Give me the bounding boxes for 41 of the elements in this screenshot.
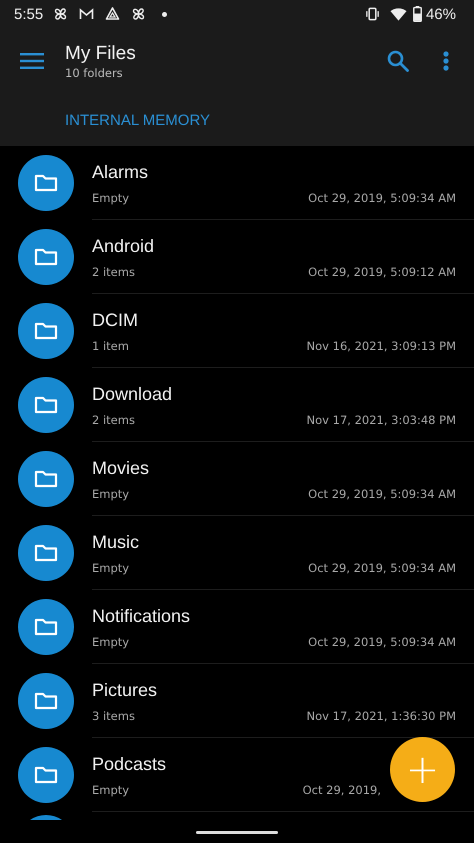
item-count: Empty [92, 486, 130, 500]
item-count: Empty [92, 560, 130, 574]
app-title: My Files [65, 42, 137, 66]
item-count: Empty [92, 190, 130, 204]
item-count: 1 item [92, 338, 129, 352]
section-tab[interactable]: INTERNAL MEMORY [65, 112, 210, 129]
folder-name[interactable]: Podcasts [92, 752, 166, 774]
battery-percent: 46% [426, 6, 456, 22]
modified-date: Oct 29, 2019, 5:09:34 AM [308, 190, 456, 204]
item-count: Empty [92, 782, 130, 796]
folder-name[interactable]: Android [92, 234, 154, 256]
item-count: 2 items [92, 264, 135, 278]
item-count: Empty [92, 634, 130, 648]
notification-dot [162, 12, 168, 16]
modified-date: Nov 17, 2021, 3:03:48 PM [306, 412, 456, 426]
modified-date: Oct 29, 2019, 5:09:34 AM [308, 634, 456, 648]
modified-date: Oct 29, 2019, [302, 782, 381, 796]
folder-name[interactable]: DCIM [92, 308, 138, 330]
triangle-icon [104, 6, 122, 22]
item-count: 3 items [92, 708, 135, 722]
modified-date: Oct 29, 2019, 5:09:34 AM [308, 486, 456, 500]
folder-name[interactable]: Music [92, 530, 140, 552]
menu-icon[interactable] [20, 53, 44, 69]
wifi-icon [390, 6, 407, 22]
modified-date: Nov 16, 2021, 3:09:13 PM [306, 338, 456, 352]
folder-name[interactable]: Notifications [92, 604, 190, 626]
battery-icon [412, 6, 422, 22]
more-icon[interactable] [443, 51, 449, 71]
modified-date: Oct 29, 2019, 5:09:34 AM [308, 560, 456, 574]
mail-icon [78, 6, 96, 22]
clock: 5:55 [14, 6, 44, 22]
folder-name[interactable]: Alarms [92, 160, 148, 182]
folder-name[interactable]: Download [92, 382, 172, 404]
folder-name[interactable]: Movies [92, 456, 150, 478]
vibrate-icon [364, 6, 381, 22]
modified-date: Oct 29, 2019, 5:09:12 AM [308, 264, 456, 278]
folder-count: 10 folders [65, 66, 124, 80]
modified-date: Nov 17, 2021, 1:36:30 PM [306, 708, 456, 722]
item-count: 2 items [92, 412, 135, 426]
folder-name[interactable]: Pictures [92, 678, 158, 700]
search-icon[interactable] [387, 50, 409, 72]
